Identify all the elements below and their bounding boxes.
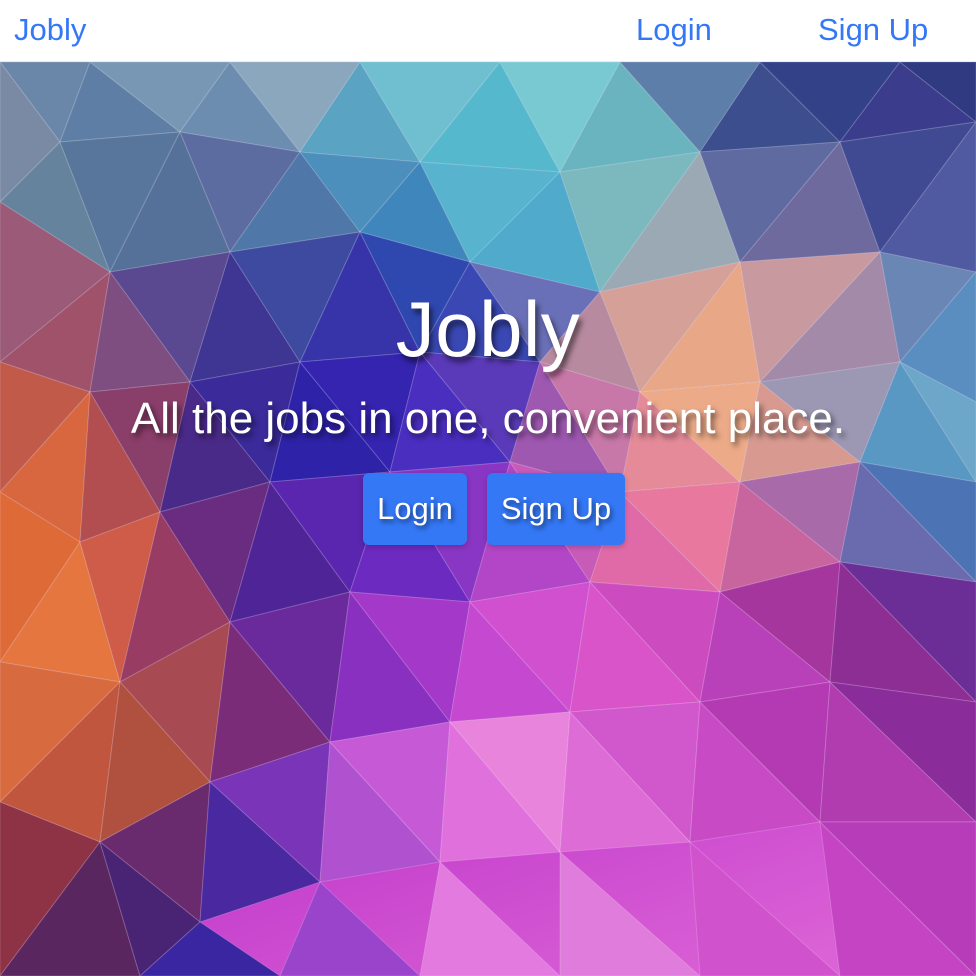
nav-signup-link[interactable]: Sign Up xyxy=(818,11,928,49)
brand-link[interactable]: Jobly xyxy=(14,11,86,49)
hero-tagline: All the jobs in one, convenient place. xyxy=(130,394,846,443)
nav-login-link[interactable]: Login xyxy=(636,11,712,49)
top-navbar: Jobly Login Sign Up xyxy=(0,0,976,62)
hero-section: Jobly All the jobs in one, convenient pl… xyxy=(0,62,976,976)
hero-login-button[interactable]: Login xyxy=(363,473,467,545)
hero-title: Jobly xyxy=(395,285,581,373)
hero-signup-button[interactable]: Sign Up xyxy=(487,473,625,545)
